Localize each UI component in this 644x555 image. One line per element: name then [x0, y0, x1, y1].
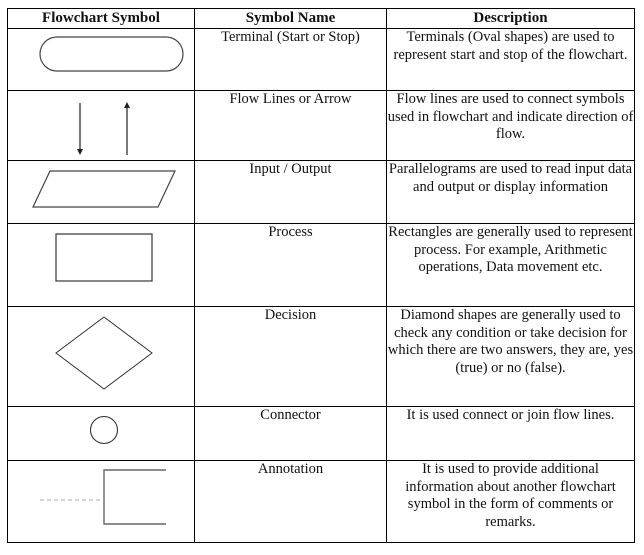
symbol-name: Process [194, 223, 387, 307]
table-row: Flow Lines or Arrow Flow lines are used … [7, 90, 635, 161]
parallelogram-icon [32, 170, 176, 208]
table-row: Input / Output Parallelograms are used t… [7, 160, 635, 224]
symbol-cell [7, 160, 195, 224]
symbol-cell [7, 406, 195, 461]
symbol-name: Terminal (Start or Stop) [194, 28, 387, 91]
symbol-description: Parallelograms are used to read input da… [386, 160, 635, 224]
symbol-description: It is used to provide additional informa… [386, 460, 635, 543]
terminal-oval-icon [39, 36, 184, 72]
symbol-cell [7, 306, 195, 407]
table-row: Connector It is used connect or join flo… [7, 406, 635, 461]
symbol-description: Terminals (Oval shapes) are used to repr… [386, 28, 635, 91]
flow-arrows-icon [77, 102, 130, 155]
symbol-name: Input / Output [194, 160, 387, 224]
arrow-up-icon [124, 102, 130, 155]
symbol-description: Rectangles are generally used to represe… [386, 223, 635, 307]
symbol-name: Flow Lines or Arrow [194, 90, 387, 161]
symbol-name: Annotation [194, 460, 387, 543]
symbol-description: Diamond shapes are generally used to che… [386, 306, 635, 407]
symbol-name: Decision [194, 306, 387, 407]
table-header-row: Flowchart Symbol Symbol Name Description [7, 8, 635, 29]
table-row: Decision Diamond shapes are generally us… [7, 306, 635, 407]
header-symbol-name: Symbol Name [194, 8, 387, 29]
symbol-cell [7, 223, 195, 307]
symbol-cell [7, 28, 195, 91]
arrow-down-icon [77, 103, 83, 155]
symbol-description: It is used connect or join flow lines. [386, 406, 635, 461]
table-row: Terminal (Start or Stop) Terminals (Oval… [7, 28, 635, 91]
header-description: Description [386, 8, 635, 29]
symbol-cell [7, 90, 195, 161]
symbol-name: Connector [194, 406, 387, 461]
rectangle-icon [55, 233, 153, 282]
diamond-icon [55, 316, 153, 390]
flowchart-symbols-table: Flowchart Symbol Symbol Name Description… [7, 8, 635, 543]
symbol-cell [7, 460, 195, 543]
annotation-bracket [103, 469, 166, 525]
circle-connector-icon [89, 415, 119, 445]
symbol-description: Flow lines are used to connect symbols u… [386, 90, 635, 161]
table-row: Process Rectangles are generally used to… [7, 223, 635, 307]
table-row: Annotation It is used to provide additio… [7, 460, 635, 543]
annotation-bracket-icon [40, 469, 166, 525]
header-flowchart-symbol: Flowchart Symbol [7, 8, 195, 29]
